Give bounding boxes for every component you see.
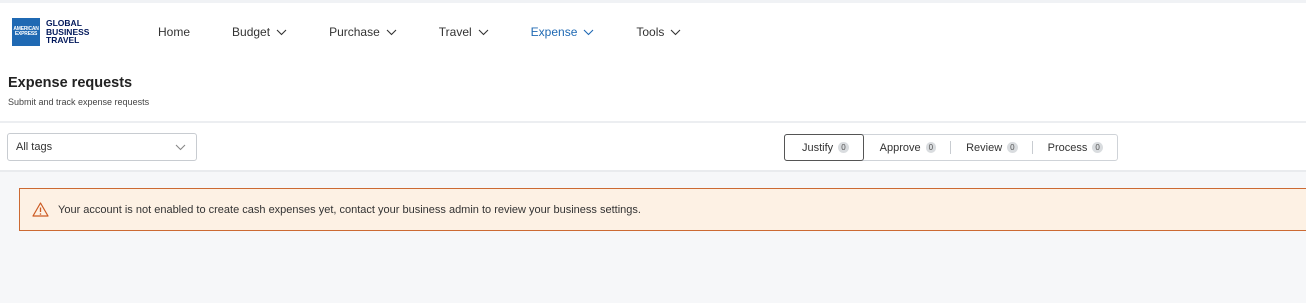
tab-process[interactable]: Process 0 bbox=[1031, 135, 1117, 160]
count-badge: 0 bbox=[1007, 142, 1018, 153]
brand-text: GLOBAL BUSINESS TRAVEL bbox=[46, 19, 89, 45]
chevron-down-icon bbox=[175, 144, 186, 151]
nav-item-tools[interactable]: Tools bbox=[636, 3, 681, 61]
tab-review[interactable]: Review 0 bbox=[950, 135, 1032, 160]
nav-label: Home bbox=[158, 25, 191, 39]
tab-approve[interactable]: Approve 0 bbox=[864, 135, 950, 160]
warning-icon bbox=[32, 202, 49, 217]
page-header: Expense requests Submit and track expens… bbox=[0, 61, 1306, 123]
status-tabs: Justify 0 Approve 0 Review 0 Process 0 bbox=[784, 134, 1118, 161]
tags-select-value: All tags bbox=[16, 141, 53, 153]
nav-item-home[interactable]: Home bbox=[158, 3, 190, 61]
alert-message: Your account is not enabled to create ca… bbox=[58, 203, 641, 216]
nav-item-budget[interactable]: Budget bbox=[232, 3, 287, 61]
chevron-down-icon bbox=[583, 29, 594, 35]
top-navbar: AMERICAN EXPRESS GLOBAL BUSINESS TRAVEL … bbox=[0, 3, 1306, 61]
tab-label: Approve bbox=[879, 141, 921, 154]
tab-label: Review bbox=[966, 141, 1003, 154]
filter-bar: All tags Justify 0 Approve 0 Review 0 Pr… bbox=[0, 123, 1306, 172]
amex-logo-mark: AMERICAN EXPRESS bbox=[12, 18, 40, 46]
nav-label: Budget bbox=[232, 25, 271, 39]
amex-gbt-logo[interactable]: AMERICAN EXPRESS GLOBAL BUSINESS TRAVEL bbox=[12, 18, 130, 46]
tab-justify[interactable]: Justify 0 bbox=[784, 134, 864, 161]
count-badge: 0 bbox=[1092, 142, 1103, 153]
chevron-down-icon bbox=[478, 29, 489, 35]
cash-expense-warning-alert: Your account is not enabled to create ca… bbox=[19, 188, 1306, 231]
nav-label: Purchase bbox=[329, 25, 380, 39]
chevron-down-icon bbox=[671, 29, 681, 35]
main-nav: Home Budget Purchase Travel Expense Tool… bbox=[144, 3, 681, 61]
nav-label: Travel bbox=[438, 25, 472, 39]
brand-line: TRAVEL bbox=[46, 35, 80, 46]
chevron-down-icon bbox=[276, 29, 287, 35]
nav-item-purchase[interactable]: Purchase bbox=[329, 3, 397, 61]
tab-label: Justify bbox=[802, 141, 834, 154]
nav-label: Expense bbox=[530, 25, 578, 39]
count-badge: 0 bbox=[925, 142, 937, 153]
nav-item-travel[interactable]: Travel bbox=[439, 3, 489, 61]
chevron-down-icon bbox=[386, 29, 397, 35]
nav-label: Tools bbox=[636, 25, 665, 39]
page-title: Expense requests bbox=[8, 75, 133, 91]
tab-label: Process bbox=[1047, 141, 1088, 154]
nav-item-expense[interactable]: Expense bbox=[531, 3, 595, 61]
page-subtitle: Submit and track expense requests bbox=[8, 97, 150, 107]
tags-select[interactable]: All tags bbox=[7, 133, 197, 161]
count-badge: 0 bbox=[838, 142, 849, 153]
